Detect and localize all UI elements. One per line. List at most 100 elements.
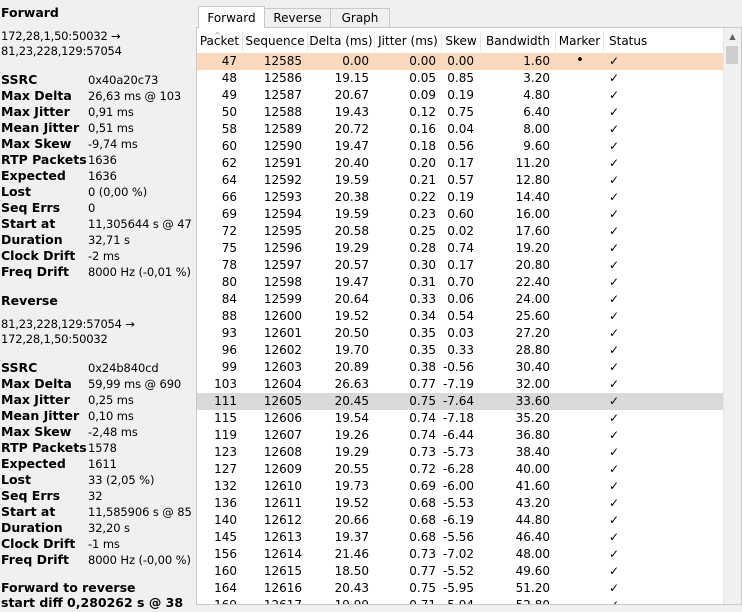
table-row[interactable]: 80 12598 19.47 0.31 0.70 22.40 ✓	[197, 274, 725, 291]
cell-packet: 127	[214, 462, 237, 476]
status-ok-icon: ✓	[609, 71, 620, 85]
cell-delta: 19.52	[334, 496, 369, 510]
cell-delta: 19.54	[334, 411, 369, 425]
cell-seq: 12589	[263, 122, 302, 136]
table-row[interactable]: 164 12616 20.43 0.75 -5.95 51.20 ✓	[197, 580, 725, 597]
table-row[interactable]: 60 12590 19.47 0.18 0.56 9.60 ✓	[197, 138, 725, 155]
table-row[interactable]: 88 12600 19.52 0.34 0.54 25.60 ✓	[197, 308, 725, 325]
status-ok-icon: ✓	[609, 292, 620, 306]
cell-bw: 27.20	[515, 326, 550, 340]
tab-forward[interactable]: Forward	[198, 6, 265, 28]
table-row[interactable]: 132 12610 19.73 0.69 -6.00 41.60 ✓	[197, 478, 725, 495]
stat-row: Duration 32,71 s	[1, 232, 130, 248]
cell-jitter: 0.68	[409, 530, 436, 544]
cell-seq: 12607	[263, 428, 302, 442]
stat-value: 11,305644 s @ 47	[88, 217, 192, 231]
cell-skew: 0.60	[447, 207, 474, 221]
cell-bw: 43.20	[515, 496, 550, 510]
cell-jitter: 0.05	[409, 71, 436, 85]
table-row[interactable]: 49 12587 20.67 0.09 0.19 4.80 ✓	[197, 87, 725, 104]
stat-row: Clock Drift -2 ms	[1, 248, 120, 264]
cell-seq: 12594	[263, 207, 302, 221]
table-row[interactable]: 140 12612 20.66 0.68 -6.19 44.80 ✓	[197, 512, 725, 529]
cell-packet: 160	[214, 564, 237, 578]
cell-jitter: 0.69	[409, 479, 436, 493]
stat-value: 0 (0,00 %)	[88, 185, 148, 199]
cell-jitter: 0.35	[409, 326, 436, 340]
table-row[interactable]: 47 12585 0.00 0.00 0.00 1.60 • ✓	[197, 53, 725, 70]
table-row[interactable]: 136 12611 19.52 0.68 -5.53 43.20 ✓	[197, 495, 725, 512]
cell-seq: 12603	[263, 360, 302, 374]
table-row[interactable]: 58 12589 20.72 0.16 0.04 8.00 ✓	[197, 121, 725, 138]
col-sequence[interactable]: Sequence	[243, 32, 308, 51]
cell-skew: -5.95	[442, 581, 474, 595]
table-row[interactable]: 119 12607 19.26 0.74 -6.44 36.80 ✓	[197, 427, 725, 444]
stat-value: 0,51 ms	[88, 121, 134, 135]
table-row[interactable]: 62 12591 20.40 0.20 0.17 11.20 ✓	[197, 155, 725, 172]
table-row[interactable]: 103 12604 26.63 0.77 -7.19 32.00 ✓	[197, 376, 725, 393]
cell-packet: 66	[221, 190, 237, 204]
col-marker[interactable]: Marker	[556, 32, 604, 51]
cell-seq: 12592	[263, 173, 302, 187]
scroll-up-arrow-icon[interactable]: ▲	[724, 28, 741, 45]
cell-skew: 0.56	[447, 139, 474, 153]
table-row[interactable]: 75 12596 19.29 0.28 0.74 19.20 ✓	[197, 240, 725, 257]
col-delta[interactable]: Delta (ms)	[308, 32, 375, 51]
cell-delta: 19.43	[334, 105, 369, 119]
table-row[interactable]: 69 12594 19.59 0.23 0.60 16.00 ✓	[197, 206, 725, 223]
stat-label: Start at	[1, 216, 56, 231]
table-row[interactable]: 99 12603 20.89 0.38 -0.56 30.40 ✓	[197, 359, 725, 376]
table-row[interactable]: 169 12617 19.99 0.71 -5.94 52.80 ✓	[197, 597, 725, 604]
scrollbar-thumb[interactable]	[726, 46, 738, 64]
cell-jitter: 0.35	[409, 343, 436, 357]
cell-bw: 49.60	[515, 564, 550, 578]
status-ok-icon: ✓	[609, 122, 620, 136]
table-row[interactable]: 96 12602 19.70 0.35 0.33 28.80 ✓	[197, 342, 725, 359]
table-row[interactable]: 78 12597 20.57 0.30 0.17 20.80 ✓	[197, 257, 725, 274]
table-row[interactable]: 160 12615 18.50 0.77 -5.52 49.60 ✓	[197, 563, 725, 580]
cell-bw: 14.40	[515, 190, 550, 204]
table-row[interactable]: 93 12601 20.50 0.35 0.03 27.20 ✓	[197, 325, 725, 342]
table-row[interactable]: 72 12595 20.58 0.25 0.02 17.60 ✓	[197, 223, 725, 240]
table-row[interactable]: 66 12593 20.38 0.22 0.19 14.40 ✓	[197, 189, 725, 206]
table-row[interactable]: 48 12586 19.15 0.05 0.85 3.20 ✓	[197, 70, 725, 87]
cell-bw: 3.20	[523, 71, 550, 85]
cell-jitter: 0.18	[409, 139, 436, 153]
cell-skew: -5.53	[442, 496, 474, 510]
cell-packet: 72	[221, 224, 237, 238]
table-row[interactable]: 156 12614 21.46 0.73 -7.02 48.00 ✓	[197, 546, 725, 563]
table-row[interactable]: 145 12613 19.37 0.68 -5.56 46.40 ✓	[197, 529, 725, 546]
col-jitter[interactable]: Jitter (ms)	[375, 32, 442, 51]
cell-skew: 0.17	[447, 156, 474, 170]
cell-bw: 20.80	[515, 258, 550, 272]
cell-skew: -0.56	[442, 360, 474, 374]
cell-packet: 47	[221, 54, 237, 68]
cell-bw: 35.20	[515, 411, 550, 425]
status-ok-icon: ✓	[609, 513, 620, 527]
table-row[interactable]: 50 12588 19.43 0.12 0.75 6.40 ✓	[197, 104, 725, 121]
cell-skew: 0.57	[447, 173, 474, 187]
status-ok-icon: ✓	[609, 190, 620, 204]
stat-label: Lost	[1, 472, 31, 487]
cell-packet: 84	[221, 292, 237, 306]
col-packet[interactable]: ^ Packet	[197, 31, 243, 51]
col-bandwidth[interactable]: Bandwidth	[481, 32, 556, 51]
cell-packet: 123	[214, 445, 237, 459]
cell-delta: 19.47	[334, 139, 369, 153]
table-row[interactable]: 123 12608 19.29 0.73 -5.73 38.40 ✓	[197, 444, 725, 461]
col-status[interactable]: Status	[604, 32, 725, 51]
cell-delta: 20.55	[334, 462, 369, 476]
stat-row: Max Jitter 0,25 ms	[1, 392, 134, 408]
col-skew[interactable]: Skew	[442, 32, 481, 51]
table-row[interactable]: 111 12605 20.45 0.75 -7.64 33.60 ✓	[197, 393, 725, 410]
cell-packet: 99	[221, 360, 237, 374]
table-row[interactable]: 84 12599 20.64 0.33 0.06 24.00 ✓	[197, 291, 725, 308]
stat-label: Max Skew	[1, 136, 72, 151]
table-row[interactable]: 127 12609 20.55 0.72 -6.28 40.00 ✓	[197, 461, 725, 478]
cell-seq: 12613	[263, 530, 302, 544]
tab-reverse[interactable]: Reverse	[264, 8, 331, 27]
table-row[interactable]: 115 12606 19.54 0.74 -7.18 35.20 ✓	[197, 410, 725, 427]
table-row[interactable]: 64 12592 19.59 0.21 0.57 12.80 ✓	[197, 172, 725, 189]
vertical-scrollbar[interactable]: ▲	[723, 28, 741, 604]
tab-graph[interactable]: Graph	[330, 8, 390, 27]
